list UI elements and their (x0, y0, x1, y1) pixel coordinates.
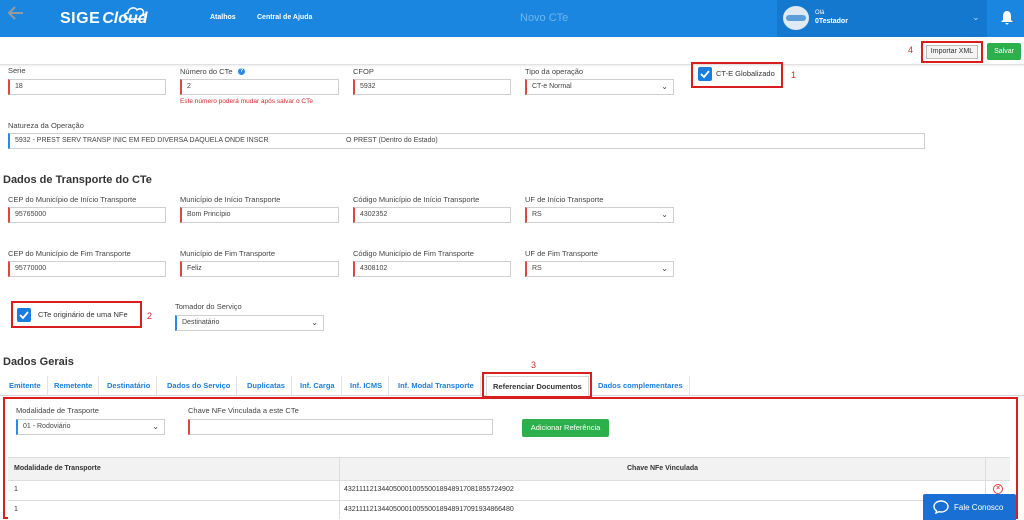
tomador-label: Tomador do Serviço (175, 302, 242, 311)
mun-fim-field[interactable]: Feliz (180, 261, 339, 277)
chave-label: Chave NFe Vinculada a este CTe (188, 406, 299, 415)
uf-fim-value: RS (532, 265, 542, 272)
tipo-operacao-label: Tipo da operação (525, 67, 584, 76)
logo[interactable]: SIGE Cloud (60, 7, 148, 30)
chat-label: Fale Conosco (954, 503, 1004, 512)
numero-cte-field[interactable]: 2 (180, 79, 339, 95)
row-modalidade: 1 (14, 506, 18, 513)
tab-dados-servico[interactable]: Dados do Serviço (161, 376, 238, 396)
cep-fim-field[interactable]: 95770000 (8, 261, 166, 277)
chat-icon (933, 500, 949, 514)
row-modalidade: 1 (14, 486, 18, 493)
nav-atalhos[interactable]: Atalhos (210, 14, 236, 21)
importar-xml-button[interactable]: Importar XML (926, 45, 978, 59)
uf-inicio-select[interactable]: RS ⌄ (525, 207, 674, 223)
modalidade-label: Modalidade de Trasporte (16, 406, 99, 415)
chevron-down-icon: ⌄ (661, 264, 668, 273)
tab-inf-modal[interactable]: Inf. Modal Transporte (392, 376, 481, 396)
annotation-1: 1 (791, 70, 797, 80)
bell-icon[interactable] (1000, 10, 1014, 26)
table-header (8, 457, 1010, 481)
chevron-down-icon: ⌄ (152, 422, 159, 431)
delete-icon[interactable]: × (993, 484, 1003, 494)
help-icon[interactable]: ? (238, 68, 245, 75)
row-chave: 4321111213440500010055001894891709193486… (344, 506, 514, 513)
cep-inicio-field[interactable]: 95765000 (8, 207, 166, 223)
natureza-field[interactable]: 5932 - PREST SERV TRANSP INIC EM FED DIV… (8, 133, 925, 149)
tab-inf-carga[interactable]: Inf. Carga (294, 376, 342, 396)
serie-label: Serie (8, 66, 26, 75)
chevron-down-icon: ⌄ (661, 210, 668, 219)
cfop-label: CFOP (353, 67, 374, 76)
uf-inicio-value: RS (532, 211, 542, 218)
cep-inicio-label: CEP do Município de Início Transporte (8, 195, 137, 204)
tomador-select[interactable]: Destinatário ⌄ (175, 315, 324, 331)
cfop-field[interactable]: 5932 (353, 79, 511, 95)
cod-inicio-field[interactable]: 4302352 (353, 207, 511, 223)
tab-destinatario[interactable]: Destinatário (101, 376, 158, 396)
natureza-label: Natureza da Operação (8, 121, 84, 130)
check-icon (19, 311, 29, 320)
back-arrow-icon[interactable] (8, 6, 24, 20)
toolbar (0, 37, 1024, 65)
chevron-down-icon: ⌄ (972, 12, 980, 22)
mun-fim-label: Município de Fim Transporte (180, 249, 276, 258)
chevron-down-icon: ⌄ (661, 82, 668, 91)
table-divider (339, 457, 340, 519)
chave-field[interactable] (188, 419, 493, 435)
avatar (783, 6, 809, 30)
annotation-3: 3 (531, 360, 537, 370)
cep-fim-label: CEP do Município de Fim Transporte (8, 249, 131, 258)
tipo-operacao-value: CT-e Normal (532, 83, 572, 90)
annotation-2: 2 (147, 311, 153, 321)
uf-fim-select[interactable]: RS ⌄ (525, 261, 674, 277)
cod-inicio-label: Código Município de Início Transporte (353, 195, 480, 204)
cod-fim-field[interactable]: 4308102 (353, 261, 511, 277)
numero-cte-label: Número do CTe (180, 67, 233, 76)
uf-fim-label: UF de Fim Transporte (525, 249, 598, 258)
row-chave: 4321111213440500010055001894891708185572… (344, 486, 514, 493)
user-menu[interactable]: Olá 0Testador ⌄ (777, 0, 987, 37)
user-name: 0Testador (815, 18, 848, 25)
add-reference-button[interactable]: Adicionar Referência (522, 419, 609, 437)
tipo-operacao-select[interactable]: CT-e Normal ⌄ (525, 79, 674, 95)
save-button[interactable]: Salvar (987, 43, 1021, 60)
tab-inf-icms[interactable]: Inf. ICMS (344, 376, 390, 396)
logo-sige: SIGE (60, 10, 101, 27)
cloud-icon (123, 7, 147, 20)
tomador-value: Destinatário (182, 319, 220, 326)
uf-inicio-label: UF de Início Transporte (525, 195, 604, 204)
serie-field[interactable]: 18 (8, 79, 166, 95)
annotation-4: 4 (908, 45, 914, 55)
ct-globalizado-label: CT-E Globalizado (716, 69, 775, 78)
user-greeting: Olá (815, 10, 825, 16)
tab-emitente[interactable]: Emitente (3, 376, 48, 396)
chevron-down-icon: ⌄ (311, 318, 318, 327)
col-header-modalidade: Modalidade de Transporte (14, 465, 101, 472)
tab-referenciar-documentos[interactable]: Referenciar Documentos (486, 376, 589, 396)
ct-globalizado-checkbox[interactable] (698, 67, 712, 81)
modalidade-select[interactable]: 01 - Rodoviário ⌄ (16, 419, 165, 435)
transporte-section-title: Dados de Transporte do CTe (3, 174, 152, 186)
dados-gerais-title: Dados Gerais (3, 356, 74, 368)
origem-nfe-label: CTe originário de uma NFe (38, 310, 128, 319)
cod-fim-label: Código Município de Fim Transporte (353, 249, 474, 258)
col-header-chave: Chave NFe Vinculada (627, 465, 699, 472)
natureza-value: 5932 - PREST SERV TRANSP INIC EM FED DIV… (15, 137, 269, 144)
nav-central-ajuda[interactable]: Central de Ajuda (257, 14, 312, 21)
chat-button[interactable]: Fale Conosco (923, 494, 1016, 520)
check-icon (700, 70, 710, 79)
tab-dados-complementares[interactable]: Dados complementares (592, 376, 690, 396)
mun-inicio-field[interactable]: Bom Princípio (180, 207, 339, 223)
tab-duplicatas[interactable]: Duplicatas (241, 376, 292, 396)
origem-nfe-checkbox[interactable] (17, 308, 31, 322)
numero-cte-hint: Este número poderá mudar após salvar o C… (180, 98, 313, 105)
modalidade-value: 01 - Rodoviário (23, 423, 71, 430)
tab-remetente[interactable]: Remetente (48, 376, 100, 396)
mun-inicio-label: Município de Início Transporte (180, 195, 281, 204)
page-title: Novo CTe (520, 12, 569, 24)
natureza-value-2: O PREST (Dentro do Estado) (346, 137, 438, 144)
